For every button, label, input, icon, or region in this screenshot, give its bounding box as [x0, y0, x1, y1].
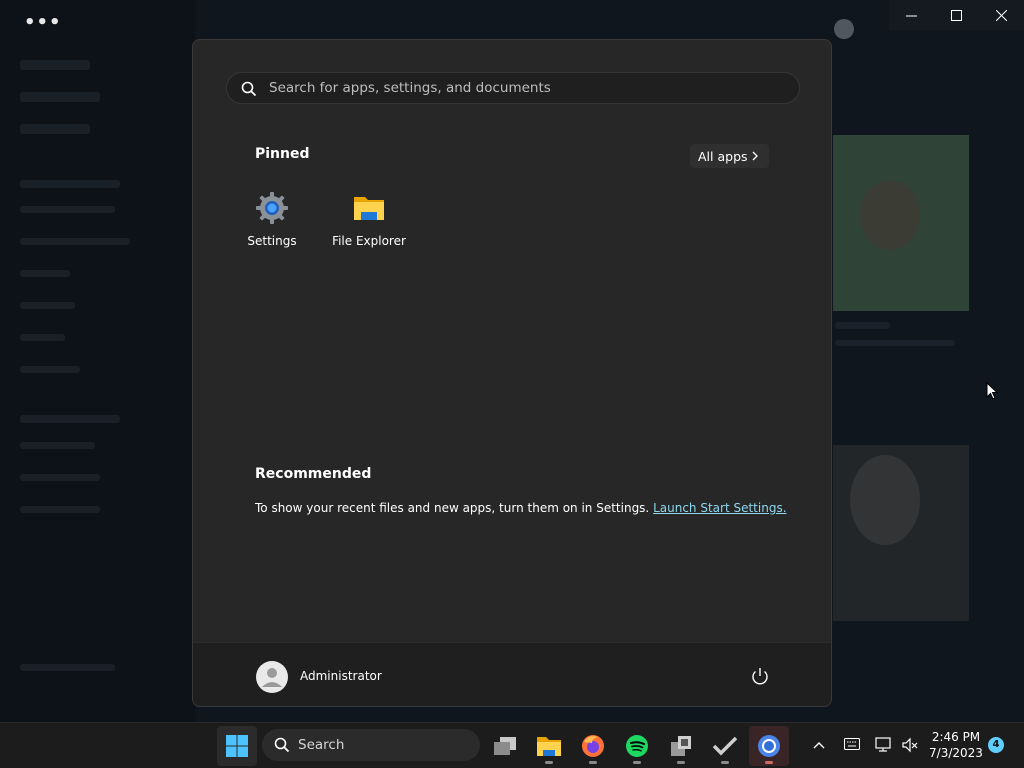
more-options-icon[interactable]: ••• — [24, 12, 62, 33]
start-menu-footer: Administrator — [193, 642, 831, 706]
blurred-text — [835, 340, 955, 346]
user-name[interactable]: Administrator — [300, 669, 382, 683]
recommended-message: To show your recent files and new apps, … — [255, 501, 787, 515]
launch-start-settings-link[interactable]: Launch Start Settings. — [653, 501, 786, 515]
network-icon[interactable] — [875, 737, 893, 753]
search-icon — [274, 737, 290, 753]
running-indicator — [721, 761, 729, 764]
recommended-text: To show your recent files and new apps, … — [255, 501, 650, 515]
folder-icon — [354, 197, 384, 220]
chevron-up-icon[interactable] — [813, 740, 825, 750]
search-icon — [241, 81, 257, 97]
running-indicator — [545, 761, 553, 764]
pinned-app-label: File Explorer — [332, 234, 406, 248]
clock[interactable]: 2:46 PM 7/3/2023 — [926, 729, 986, 761]
taskbar-chrome[interactable] — [749, 726, 789, 766]
background-image — [860, 180, 920, 250]
checkmark-icon — [712, 736, 738, 756]
minimize-icon — [906, 15, 917, 16]
start-menu: Search for apps, settings, and documents… — [192, 39, 832, 707]
firefox-icon — [582, 735, 604, 757]
background-sidebar — [0, 0, 195, 722]
user-icon — [262, 668, 282, 687]
pinned-heading: Pinned — [255, 146, 310, 162]
taskbar: Search 2:46 PM 7/3/2023 4 — [0, 722, 1024, 768]
app-icon — [671, 736, 691, 756]
blurred-text — [20, 664, 115, 671]
all-apps-button[interactable]: All apps — [690, 144, 769, 168]
pinned-app-settings[interactable]: Settings — [227, 190, 317, 248]
close-icon — [996, 9, 1007, 21]
taskbar-firefox[interactable] — [573, 726, 613, 766]
notification-badge[interactable]: 4 — [988, 737, 1004, 753]
file-explorer-icon — [537, 737, 561, 756]
search-placeholder: Search for apps, settings, and documents — [269, 80, 551, 96]
running-indicator — [677, 761, 685, 764]
spotify-icon — [626, 735, 648, 757]
pinned-app-label: Settings — [247, 234, 297, 248]
blurred-text — [20, 206, 115, 213]
task-view-button[interactable] — [485, 726, 525, 766]
all-apps-label: All apps — [698, 148, 748, 164]
blurred-text — [20, 366, 80, 373]
volume-muted-icon[interactable] — [901, 737, 919, 753]
background-image — [850, 455, 920, 545]
taskbar-file-explorer[interactable] — [529, 726, 569, 766]
blurred-text — [20, 124, 90, 134]
power-icon[interactable] — [749, 665, 771, 687]
gear-icon — [256, 192, 288, 224]
taskbar-search[interactable]: Search — [262, 729, 480, 761]
pinned-app-file-explorer[interactable]: File Explorer — [324, 190, 414, 248]
maximize-icon — [951, 9, 962, 21]
chrome-icon — [758, 735, 780, 757]
taskbar-checkmark-app[interactable] — [705, 726, 745, 766]
clock-date: 7/3/2023 — [929, 746, 983, 760]
blurred-text — [20, 302, 75, 309]
chevron-right-icon — [752, 151, 758, 161]
windows-start-icon — [226, 735, 248, 757]
clock-time: 2:46 PM — [931, 730, 981, 744]
blurred-text — [20, 334, 65, 341]
blurred-text — [20, 60, 90, 70]
close-button[interactable] — [979, 0, 1024, 30]
window-controls — [889, 0, 1024, 30]
running-indicator — [589, 761, 597, 764]
task-view-icon — [494, 737, 516, 755]
running-indicator — [633, 761, 641, 764]
maximize-button[interactable] — [934, 0, 979, 30]
taskbar-app[interactable] — [661, 726, 701, 766]
blurred-text — [20, 442, 95, 449]
blurred-text — [20, 238, 130, 245]
taskbar-search-label: Search — [298, 737, 345, 753]
taskbar-spotify[interactable] — [617, 726, 657, 766]
mouse-cursor-icon — [986, 382, 999, 400]
recommended-heading: Recommended — [255, 466, 372, 482]
blurred-text — [20, 506, 100, 513]
blurred-text — [20, 415, 120, 423]
blurred-text — [835, 322, 890, 329]
blurred-text — [20, 92, 100, 102]
blurred-text — [20, 270, 70, 277]
start-search-box[interactable]: Search for apps, settings, and documents — [226, 72, 800, 104]
user-avatar[interactable] — [256, 661, 288, 693]
start-button[interactable] — [217, 726, 257, 766]
running-indicator — [765, 761, 773, 764]
avatar — [834, 19, 854, 39]
blurred-text — [20, 180, 120, 188]
blurred-text — [20, 474, 100, 481]
minimize-button[interactable] — [889, 0, 934, 30]
keyboard-icon[interactable] — [844, 738, 860, 750]
